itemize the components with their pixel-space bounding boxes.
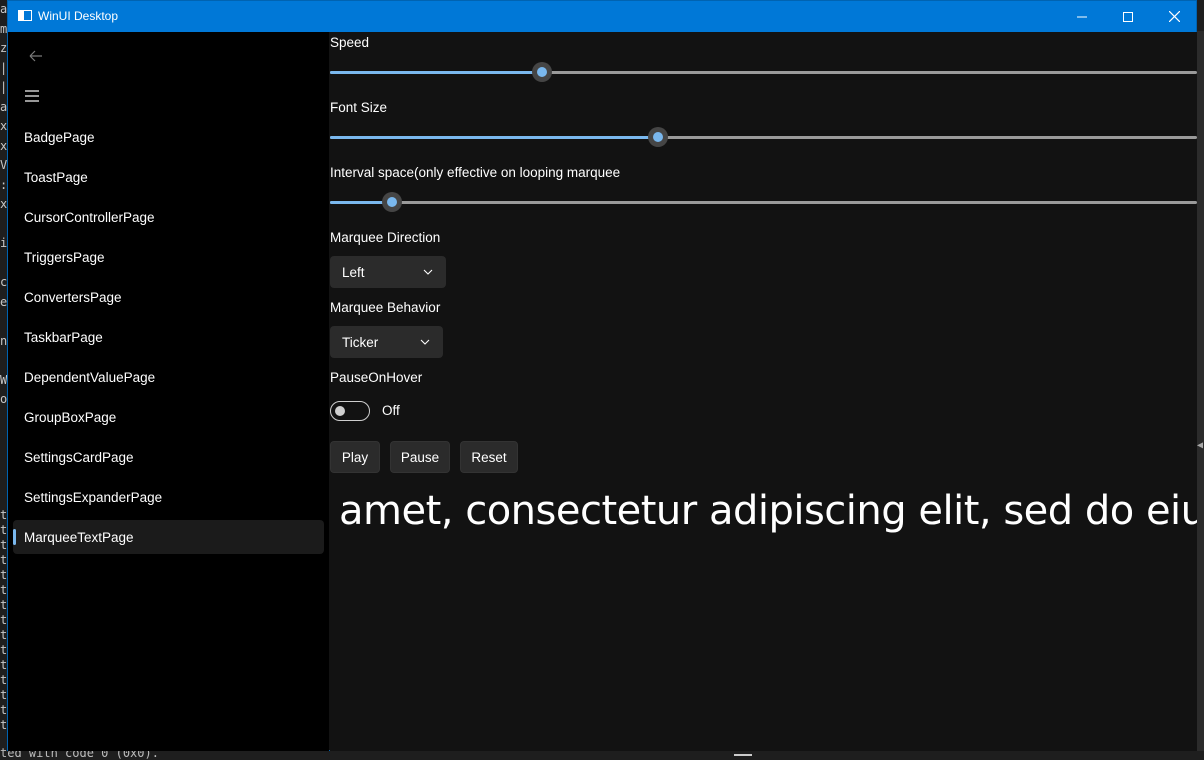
nav-item-label: MarqueeTextPage: [24, 529, 134, 545]
direction-value: Left: [342, 264, 365, 280]
nav-item-label: ConvertersPage: [24, 289, 122, 305]
nav-item-label: DependentValuePage: [24, 369, 156, 385]
menu-toggle-button[interactable]: [20, 86, 44, 106]
slider-track: [330, 201, 1197, 204]
slider-fill: [330, 71, 543, 74]
console-scrollbar: [1197, 31, 1204, 751]
nav-item-triggerspage[interactable]: TriggersPage: [13, 240, 324, 274]
close-icon: [1168, 11, 1180, 22]
play-button[interactable]: Play: [330, 441, 380, 473]
back-arrow-icon: [29, 50, 42, 62]
reset-button[interactable]: Reset: [460, 441, 518, 473]
nav-item-groupboxpage[interactable]: GroupBoxPage: [13, 400, 324, 434]
navigation-pane: BadgePage ToastPage CursorControllerPage Tr…: [8, 32, 329, 751]
slider-fill: [330, 136, 658, 139]
nav-item-toastpage[interactable]: ToastPage: [13, 160, 324, 194]
taskbar-dash: [734, 754, 752, 756]
direction-label: Marquee Direction: [330, 230, 441, 245]
nav-item-settingsexpanderpage[interactable]: SettingsExpanderPage: [13, 480, 324, 514]
app-icon: [18, 10, 32, 21]
nav-item-label: SettingsExpanderPage: [24, 489, 163, 505]
chevron-down-icon: [423, 269, 433, 275]
marquee-page: Speed Font Size Interval space(only effe…: [330, 32, 1197, 751]
chevron-left-icon: ◀: [1197, 440, 1204, 451]
slider-thumb[interactable]: [647, 127, 668, 147]
selection-indicator: [13, 529, 16, 545]
nav-item-badgepage[interactable]: BadgePage: [13, 120, 324, 154]
nav-item-label: SettingsCardPage: [24, 449, 134, 465]
speed-label: Speed: [330, 35, 370, 50]
direction-combobox[interactable]: Left: [330, 256, 446, 288]
nav-item-label: BadgePage: [24, 129, 95, 145]
nav-item-label: TaskbarPage: [24, 329, 103, 345]
maximize-button[interactable]: [1105, 1, 1151, 32]
interval-slider[interactable]: [330, 192, 1197, 212]
app-window: WinUI Desktop BadgePage ToastPage CursorCo…: [7, 0, 1197, 751]
nav-item-converterspage[interactable]: ConvertersPage: [13, 280, 324, 314]
behavior-combobox[interactable]: Ticker: [330, 326, 443, 358]
window-title: WinUI Desktop: [38, 9, 119, 23]
pause-on-hover-label: PauseOnHover: [330, 370, 423, 385]
nav-item-taskbarpage[interactable]: TaskbarPage: [13, 320, 324, 354]
nav-item-label: CursorControllerPage: [24, 209, 155, 225]
pause-on-hover-toggle[interactable]: [330, 401, 370, 421]
close-button[interactable]: [1151, 1, 1197, 32]
hamburger-icon: [25, 90, 39, 102]
interval-label: Interval space(only effective on looping…: [330, 165, 621, 180]
font-size-slider[interactable]: [330, 127, 1197, 147]
pause-button[interactable]: Pause: [390, 441, 450, 473]
minimize-icon: [1077, 16, 1087, 17]
speed-slider[interactable]: [330, 62, 1197, 82]
back-button[interactable]: [20, 46, 44, 66]
marquee-text: amet, consectetur adipiscing elit, sed d…: [339, 488, 1197, 534]
behavior-value: Ticker: [342, 334, 379, 350]
title-bar[interactable]: WinUI Desktop: [8, 1, 1196, 32]
toggle-knob: [335, 406, 345, 416]
maximize-icon: [1123, 11, 1133, 22]
nav-item-cursorcontrollerpage[interactable]: CursorControllerPage: [13, 200, 324, 234]
font-size-label: Font Size: [330, 100, 388, 115]
chevron-down-icon: [420, 339, 430, 345]
nav-item-marqueetextpage[interactable]: MarqueeTextPage: [13, 520, 324, 554]
nav-item-dependentvaluepage[interactable]: DependentValuePage: [13, 360, 324, 394]
nav-item-label: GroupBoxPage: [24, 409, 117, 425]
nav-item-label: ToastPage: [24, 169, 88, 185]
behavior-label: Marquee Behavior: [330, 300, 441, 315]
nav-item-settingscardpage[interactable]: SettingsCardPage: [13, 440, 324, 474]
toggle-state-text: Off: [382, 403, 400, 418]
slider-thumb[interactable]: [381, 192, 402, 212]
slider-thumb[interactable]: [532, 62, 553, 82]
minimize-button[interactable]: [1059, 1, 1105, 32]
nav-item-label: TriggersPage: [24, 249, 105, 265]
